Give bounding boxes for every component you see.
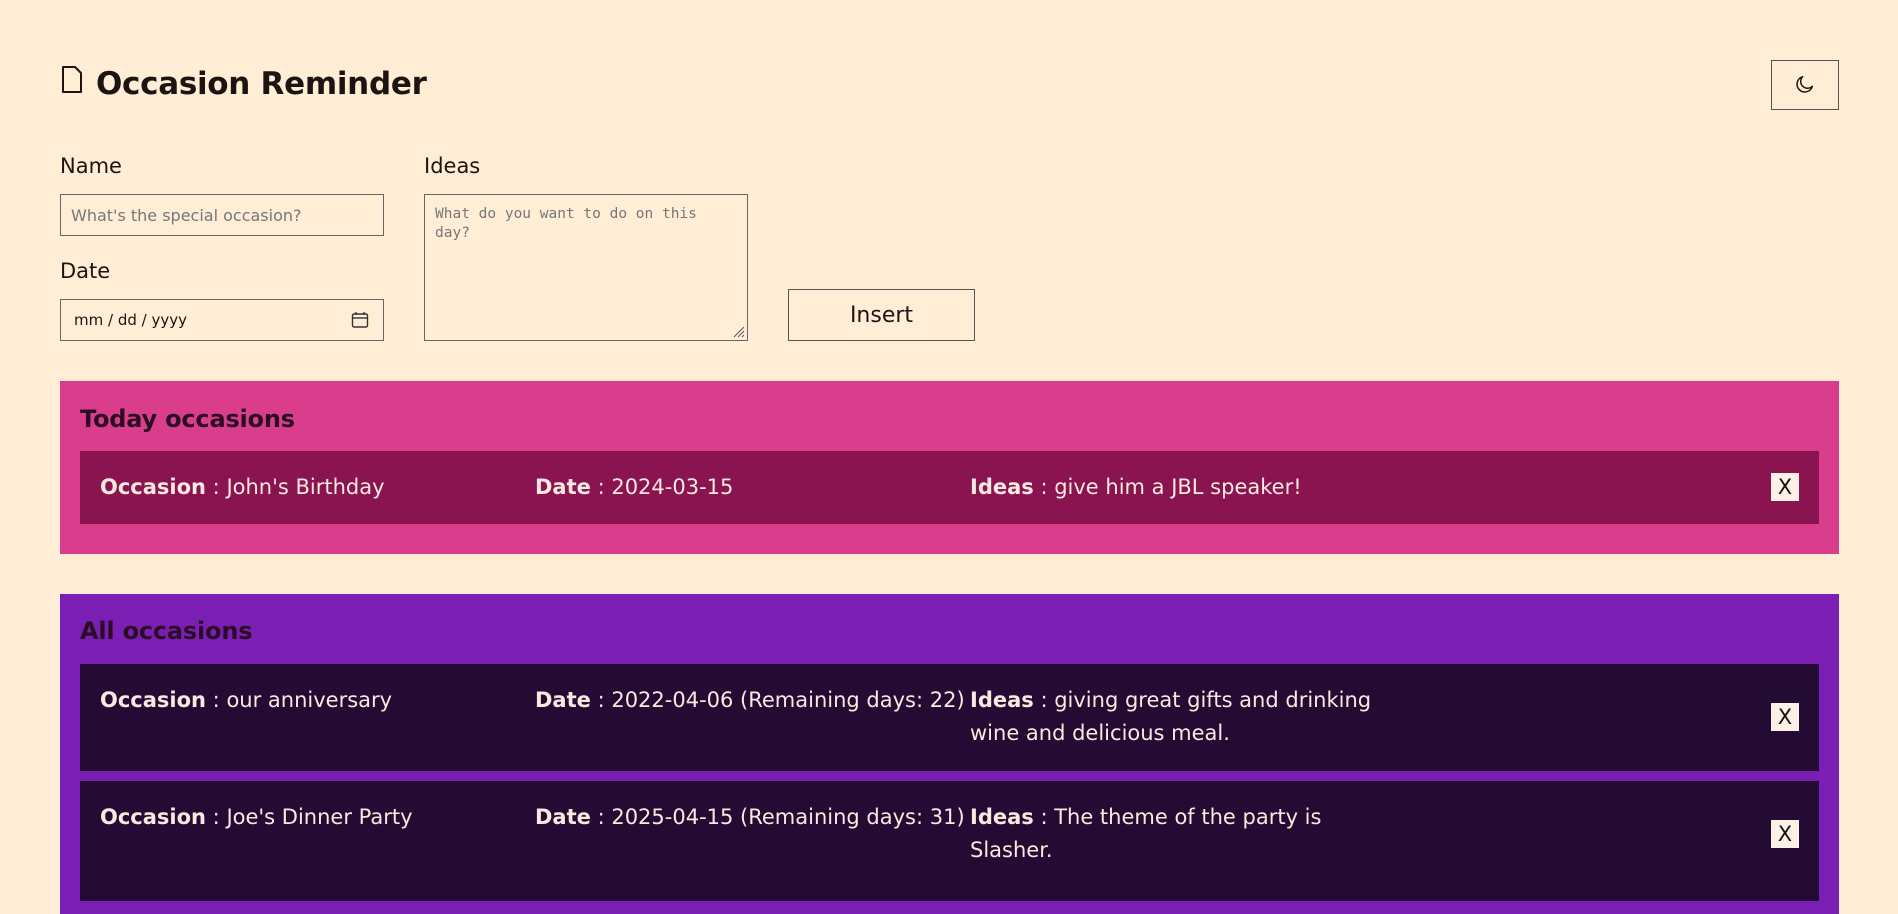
occasion-field-label: Occasion — [100, 805, 206, 829]
delete-button[interactable]: X — [1771, 473, 1799, 501]
today-occasions-section: Today occasions Occasion : John's Birthd… — [60, 381, 1839, 554]
resize-grip-icon[interactable] — [731, 324, 745, 338]
date-field: Date : 2022-04-06 (Remaining days: 22) — [535, 688, 965, 712]
insert-button[interactable]: Insert — [788, 289, 975, 341]
list-item: Occasion : Joe's Dinner Party Date : 202… — [80, 781, 1819, 901]
moon-icon — [1794, 73, 1816, 98]
date-field-label: Date — [535, 688, 591, 712]
ideas-field: Ideas : give him a JBL speaker! — [970, 475, 1302, 499]
date-value: 2022-04-06 (Remaining days: 22) — [611, 688, 965, 712]
delete-button[interactable]: X — [1771, 820, 1799, 848]
occasion-value: Joe's Dinner Party — [226, 805, 413, 829]
ideas-field: Ideas : giving great gifts and drinking … — [970, 688, 1372, 745]
delete-button[interactable]: X — [1771, 703, 1799, 731]
all-occasions-section: All occasions Occasion : our anniversary… — [60, 594, 1839, 914]
ideas-label: Ideas — [424, 154, 481, 178]
date-field-label: Date — [535, 805, 591, 829]
occasion-field: Occasion : John's Birthday — [100, 475, 385, 499]
ideas-field-label: Ideas — [970, 688, 1034, 712]
ideas-field: Ideas : The theme of the party is Slashe… — [970, 805, 1322, 862]
date-field-label: Date — [535, 475, 591, 499]
name-input-placeholder: What's the special occasion? — [71, 205, 302, 225]
name-input[interactable]: What's the special occasion? — [60, 194, 384, 236]
ideas-field-label: Ideas — [970, 475, 1034, 499]
date-field: Date : 2025-04-15 (Remaining days: 31) — [535, 805, 965, 829]
occasion-field-label: Occasion — [100, 475, 206, 499]
ideas-field-label: Ideas — [970, 805, 1034, 829]
date-input-placeholder: mm / dd / yyyy — [74, 311, 187, 329]
calendar-icon[interactable] — [351, 311, 369, 329]
date-field: Date : 2024-03-15 — [535, 475, 734, 499]
ideas-value: give him a JBL speaker! — [1054, 475, 1302, 499]
theme-toggle-button[interactable] — [1771, 60, 1839, 110]
occasion-value: John's Birthday — [226, 475, 385, 499]
app-title-wrap: Occasion Reminder — [60, 66, 427, 102]
header: Occasion Reminder — [60, 60, 1839, 112]
name-label: Name — [60, 154, 122, 178]
date-label: Date — [60, 259, 111, 283]
list-item: Occasion : John's Birthday Date : 2024-0… — [80, 451, 1819, 524]
ideas-textarea-placeholder: What do you want to do on this day? — [435, 206, 697, 241]
date-value: 2024-03-15 — [611, 475, 734, 499]
ideas-textarea[interactable]: What do you want to do on this day? — [424, 194, 748, 341]
occasion-field-label: Occasion — [100, 688, 206, 712]
document-icon — [60, 65, 84, 95]
date-input[interactable]: mm / dd / yyyy — [60, 299, 384, 341]
today-occasions-title: Today occasions — [80, 405, 295, 433]
date-value: 2025-04-15 (Remaining days: 31) — [611, 805, 965, 829]
all-occasions-title: All occasions — [80, 617, 253, 645]
occasion-field: Occasion : Joe's Dinner Party — [100, 805, 413, 829]
occasion-field: Occasion : our anniversary — [100, 688, 393, 712]
list-item: Occasion : our anniversary Date : 2022-0… — [80, 664, 1819, 771]
app-title: Occasion Reminder — [96, 66, 427, 102]
occasion-value: our anniversary — [226, 688, 393, 712]
